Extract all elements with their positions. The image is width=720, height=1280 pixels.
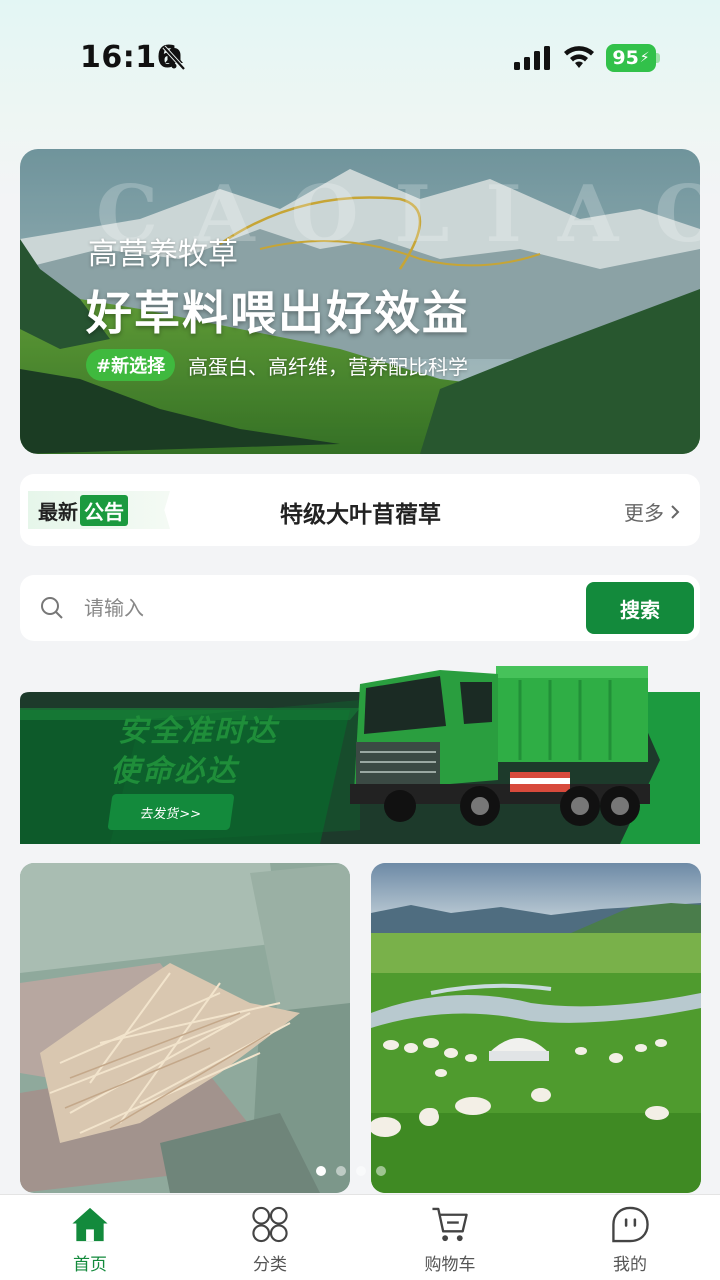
carousel-dot[interactable]: [376, 1166, 386, 1176]
battery-cap: [656, 53, 660, 63]
hero-subtitle: 高营养牧草: [88, 237, 238, 272]
profile-icon: [612, 1206, 649, 1243]
tab-profile[interactable]: 我的: [570, 1205, 690, 1275]
hero-tag: #新选择: [86, 349, 176, 381]
charging-bolt-icon: ⚡: [639, 50, 650, 66]
search-icon: [41, 597, 63, 619]
notice-badge-latest: 最新: [38, 499, 78, 524]
chevron-right-icon: [671, 504, 680, 519]
product-card-pasture[interactable]: [371, 863, 701, 1193]
hero-banner[interactable]: CAOLIAO 高营养牧草 好草料喂出好效益 #新选择 高蛋白、高纤维，营养配比…: [20, 149, 700, 454]
carousel-dot[interactable]: [336, 1166, 346, 1176]
tab-category-label: 分类: [253, 1255, 287, 1275]
truck-graphic: [350, 666, 650, 826]
tab-cart-label: 购物车: [424, 1255, 476, 1275]
search-button[interactable]: 搜索: [586, 582, 694, 634]
tab-category[interactable]: 分类: [210, 1205, 330, 1275]
bell-muted-icon: [162, 45, 186, 71]
battery-level: 95: [612, 47, 639, 69]
carousel-dot[interactable]: [316, 1166, 326, 1176]
cellular-signal-icon: [514, 46, 550, 70]
battery-indicator: 95 ⚡: [606, 44, 656, 72]
tab-home-label: 首页: [73, 1255, 107, 1275]
bottom-tab-bar: 首页 分类 购物车 我的: [0, 1194, 720, 1280]
category-icon: [252, 1206, 288, 1243]
carousel-dots: [316, 1166, 386, 1176]
pasture-product-image: [371, 863, 701, 1193]
shipping-banner[interactable]: 安全准时达 使命必达 去发货>>: [20, 660, 700, 844]
home-icon: [72, 1207, 108, 1242]
go-ship-button[interactable]: 去发货>>: [107, 794, 235, 830]
search-bar: 搜索: [20, 575, 700, 641]
truck-slogan-line1: 安全准时达: [118, 714, 278, 749]
status-bar: 16:16 95 ⚡: [0, 0, 720, 118]
cart-icon: [432, 1207, 468, 1242]
hay-product-image: [20, 863, 350, 1193]
notice-badge: 最新 公告: [28, 491, 170, 529]
truck-slogan-line2: 使命必达: [110, 754, 238, 789]
search-input[interactable]: [84, 591, 564, 625]
wifi-icon: [564, 46, 594, 68]
hero-description: 高蛋白、高纤维，营养配比科学: [188, 355, 468, 379]
notice-title[interactable]: 特级大叶苜蓿草: [280, 495, 441, 529]
tab-cart[interactable]: 购物车: [390, 1205, 510, 1275]
notice-more-link[interactable]: 更多: [624, 497, 680, 526]
product-card-hay[interactable]: [20, 863, 350, 1193]
carousel-dot[interactable]: [356, 1166, 366, 1176]
hero-title: 好草料喂出好效益: [86, 286, 470, 340]
tab-home[interactable]: 首页: [30, 1205, 150, 1275]
notice-bar[interactable]: 最新 公告 特级大叶苜蓿草 更多: [20, 474, 700, 546]
notice-more-label: 更多: [624, 501, 664, 525]
notice-badge-announcement: 公告: [80, 494, 128, 526]
tab-profile-label: 我的: [613, 1255, 647, 1275]
